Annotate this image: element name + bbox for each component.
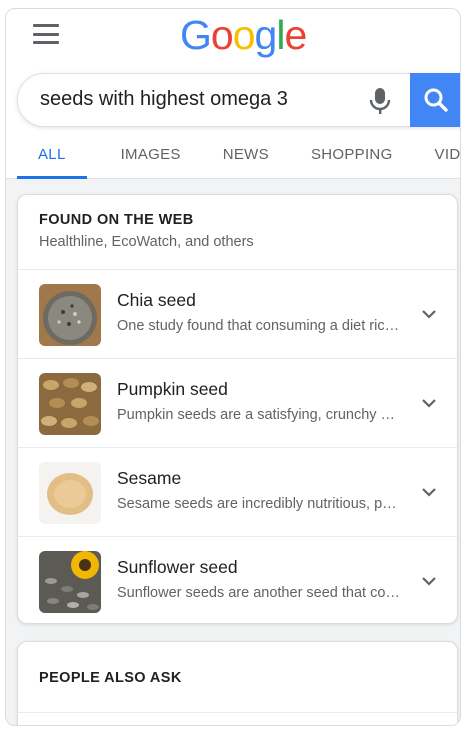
search-button[interactable] (410, 73, 460, 127)
google-logo[interactable]: Google (180, 11, 307, 59)
logo-letter: o (232, 12, 256, 58)
search-tabs: ALL IMAGES NEWS SHOPPING VIDEOS (6, 133, 460, 179)
header: Google seeds with highest omega 3 ALL IM… (6, 9, 460, 179)
item-description: Sunflower seeds are another seed that co… (117, 585, 402, 601)
search-icon (424, 88, 448, 112)
search-input[interactable]: seeds with highest omega 3 (40, 88, 288, 111)
divider (18, 712, 457, 713)
card-subtitle: Healthline, EcoWatch, and others (39, 234, 254, 250)
logo-letter: G (180, 12, 212, 58)
pumpkin-seed-thumbnail (39, 373, 101, 435)
sunflower-seed-thumbnail (39, 551, 101, 613)
app-frame: Google seeds with highest omega 3 ALL IM… (5, 8, 461, 726)
tab-shopping[interactable]: SHOPPING (311, 133, 393, 179)
sesame-thumbnail (39, 462, 101, 524)
people-also-ask-card: PEOPLE ALSO ASK (17, 641, 458, 725)
logo-letter: o (210, 12, 234, 58)
chevron-down-icon[interactable] (421, 395, 437, 411)
tab-images[interactable]: IMAGES (121, 133, 181, 179)
list-item[interactable]: Sesame Sesame seeds are incredibly nutri… (18, 448, 457, 537)
chevron-down-icon[interactable] (421, 484, 437, 500)
card-title: FOUND ON THE WEB (39, 212, 194, 228)
item-title: Pumpkin seed (117, 379, 228, 399)
tab-news[interactable]: NEWS (223, 133, 269, 179)
item-title: Chia seed (117, 290, 196, 310)
item-description: Sesame seeds are incredibly nutritious, … (117, 496, 402, 512)
item-title: Sunflower seed (117, 557, 238, 577)
chevron-down-icon[interactable] (421, 573, 437, 589)
chevron-down-icon[interactable] (421, 306, 437, 322)
logo-letter: l (276, 12, 285, 58)
list-item[interactable]: Pumpkin seed Pumpkin seeds are a satisfy… (18, 359, 457, 448)
tab-all[interactable]: ALL (17, 133, 86, 179)
menu-icon[interactable] (33, 24, 59, 44)
list-item[interactable]: Chia seed One study found that consuming… (18, 270, 457, 359)
item-description: One study found that consuming a diet ri… (117, 318, 402, 334)
chia-seed-thumbnail (39, 284, 101, 346)
found-on-web-card: FOUND ON THE WEB Healthline, EcoWatch, a… (17, 194, 458, 624)
list-item[interactable]: Sunflower seed Sunflower seeds are anoth… (18, 537, 457, 626)
logo-letter: g (254, 12, 278, 58)
item-description: Pumpkin seeds are a satisfying, crunchy … (117, 407, 402, 423)
paa-title: PEOPLE ALSO ASK (39, 670, 182, 686)
card-header: FOUND ON THE WEB Healthline, EcoWatch, a… (18, 195, 457, 270)
microphone-icon[interactable] (369, 87, 391, 115)
logo-letter: e (284, 12, 307, 58)
tab-videos[interactable]: VIDEOS (435, 133, 460, 179)
item-title: Sesame (117, 468, 182, 488)
search-box[interactable]: seeds with highest omega 3 (17, 73, 460, 127)
